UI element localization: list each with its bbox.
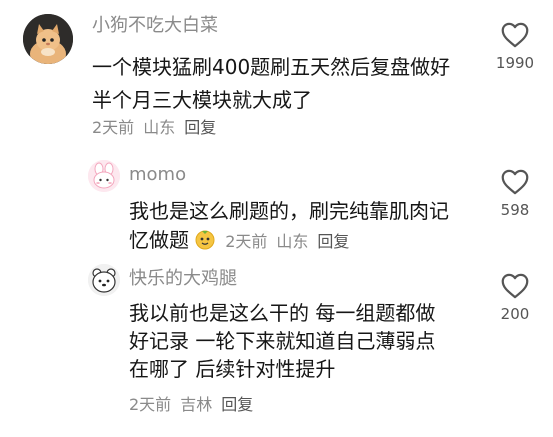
comment-line: 半个月三大模块就大成了 bbox=[92, 88, 312, 112]
location: 山东 bbox=[143, 118, 176, 137]
bear-avatar[interactable] bbox=[88, 264, 120, 296]
reply-button[interactable]: 回复 bbox=[317, 232, 349, 251]
comment-meta: 2天前 山东 回复 bbox=[225, 232, 358, 251]
location: 吉林 bbox=[180, 395, 213, 414]
pink-bunny-avatar[interactable] bbox=[88, 160, 120, 192]
heart-icon bbox=[501, 169, 529, 195]
like-button[interactable]: 598 bbox=[485, 169, 545, 219]
username[interactable]: 快乐的大鸡腿 bbox=[129, 268, 237, 290]
comment-meta: 2天前 山东 回复 bbox=[92, 118, 225, 138]
username[interactable]: 小狗不吃大白菜 bbox=[92, 15, 218, 37]
timestamp: 2天前 bbox=[129, 395, 172, 414]
heart-icon bbox=[501, 273, 529, 299]
timestamp: 2天前 bbox=[92, 118, 135, 137]
comment-line: 一个模块猛刷400题刷五天然后复盘做好 bbox=[92, 55, 451, 79]
comment-meta: 2天前 吉林 回复 bbox=[129, 395, 262, 415]
like-count: 200 bbox=[500, 305, 530, 323]
timestamp: 2天前 bbox=[225, 232, 268, 251]
reply-button[interactable]: 回复 bbox=[184, 118, 216, 137]
like-count: 598 bbox=[500, 201, 530, 219]
like-button[interactable]: 1990 bbox=[485, 22, 545, 72]
location: 山东 bbox=[276, 232, 309, 251]
comment-line: 忆做题 bbox=[129, 228, 189, 252]
like-button[interactable]: 200 bbox=[485, 273, 545, 323]
cat-avatar[interactable] bbox=[23, 14, 73, 64]
comment-line: 在哪了 后续针对性提升 bbox=[129, 357, 336, 381]
like-count: 1990 bbox=[495, 54, 535, 72]
heart-icon bbox=[501, 22, 529, 48]
username[interactable]: momo bbox=[129, 164, 186, 186]
comment-last-line: 忆做题 2天前 山东 回复 bbox=[129, 224, 358, 257]
reply-button[interactable]: 回复 bbox=[221, 395, 253, 414]
fruit-face-emoji bbox=[194, 228, 216, 254]
